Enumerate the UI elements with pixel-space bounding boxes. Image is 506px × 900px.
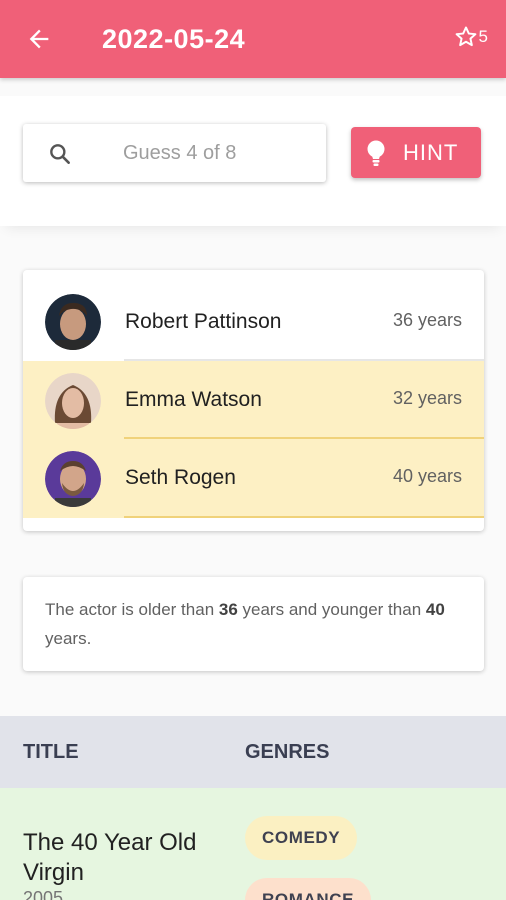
hint-button[interactable]: HINT [351,127,481,178]
page-title: 2022-05-24 [102,24,246,54]
stars-button[interactable]: 5 [453,24,488,50]
star-outline-icon [455,26,476,47]
actor-name: Emma Watson [125,388,262,411]
app-bar: 2022-05-24 5 [0,0,506,78]
genre-chip: ROMANCE [245,878,372,900]
actor-name: Seth Rogen [125,466,236,489]
guess-row[interactable]: Emma Watson 32 years [23,361,484,439]
arrow-left-icon [29,29,49,49]
movie-title: The 40 Year Old Virgin [23,829,197,886]
clue-min-age: 36 [218,600,238,619]
avatar [45,373,101,429]
table-row[interactable]: The 40 Year Old Virgin 2005 COMEDY ROMAN… [0,788,506,900]
actor-age: 32 years [392,388,462,408]
column-header-genres: GENRES [245,741,330,763]
movie-year: 2005 [23,888,64,900]
search-box[interactable]: Guess 4 of 8 [23,124,326,182]
table-header: TITLE GENRES [0,716,506,788]
back-button[interactable] [22,22,56,56]
guess-row[interactable]: Robert Pattinson 36 years [23,270,484,361]
actor-age: 40 years [392,466,462,486]
hint-label: HINT [403,140,459,165]
divider [124,516,484,518]
avatar [45,294,101,350]
column-header-title: TITLE [23,741,79,763]
clue-text: years and younger than [237,600,426,619]
clue-max-age: 40 [425,600,445,619]
clue-card: The actor is older than 36 years and you… [23,577,484,671]
guess-list: Robert Pattinson 36 years Emma Watson 32… [23,270,484,531]
lightbulb-icon [367,140,385,166]
clue-text: years. [45,629,92,648]
search-icon [50,144,70,164]
star-count: 5 [478,27,488,46]
search-band: Guess 4 of 8 HINT [0,96,506,226]
genre-chip: COMEDY [245,816,358,860]
clue-text: The actor is older than [45,600,219,619]
guess-row[interactable]: Seth Rogen 40 years [23,439,484,518]
actor-name: Robert Pattinson [125,310,282,333]
search-input[interactable]: Guess 4 of 8 [123,124,236,182]
avatar [45,451,101,507]
actor-age: 36 years [392,310,462,330]
